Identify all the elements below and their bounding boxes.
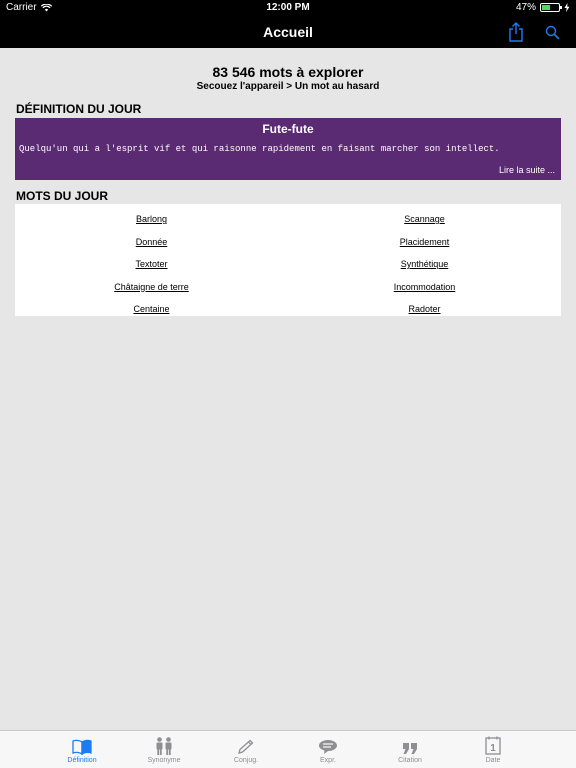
definition-text: Quelqu'un qui a l'esprit vif et qui rais… [19, 144, 500, 154]
status-time: 12:00 PM [266, 2, 310, 13]
definition-section-title: DÉFINITION DU JOUR [16, 102, 142, 116]
status-bar: Carrier 12:00 PM 47% [0, 0, 576, 16]
word-count: 83 546 mots à explorer [212, 64, 364, 80]
tab-citation[interactable]: Citation [369, 731, 451, 768]
share-icon [509, 22, 523, 42]
tab-conjugaison[interactable]: Conjug. [205, 731, 287, 768]
quote-icon [403, 743, 417, 754]
share-button[interactable] [504, 20, 528, 44]
word-link[interactable]: Placidement [288, 231, 561, 254]
word-link[interactable]: Châtaigne de terre [15, 276, 288, 299]
shake-hint: Secouez l'appareil > Un mot au hasard [196, 81, 380, 92]
words-of-day-list: Barlong Donnée Textoter Châtaigne de ter… [15, 204, 561, 316]
words-column-left: Barlong Donnée Textoter Châtaigne de ter… [15, 208, 288, 321]
tab-expressions[interactable]: Expr. [287, 731, 369, 768]
battery-fill [542, 5, 550, 10]
tab-date[interactable]: 1 Date [452, 731, 534, 768]
word-link[interactable]: Centaine [15, 298, 288, 321]
tab-definition[interactable]: Définition [41, 731, 123, 768]
book-icon [72, 739, 92, 755]
tab-label: Citation [398, 757, 422, 764]
definition-card[interactable]: Fute-fute Quelqu'un qui a l'esprit vif e… [15, 118, 561, 180]
word-link[interactable]: Scannage [288, 208, 561, 231]
words-column-right: Scannage Placidement Synthétique Incommo… [288, 208, 561, 321]
tab-label: Conjug. [233, 757, 259, 764]
word-link[interactable]: Textoter [15, 253, 288, 276]
read-more-link[interactable]: Lire la suite ... [499, 165, 555, 175]
pencil-icon [238, 739, 254, 754]
charging-icon [564, 3, 570, 12]
search-button[interactable] [540, 20, 564, 44]
speech-bubble-icon [319, 740, 337, 754]
word-link[interactable]: Radoter [288, 298, 561, 321]
svg-text:1: 1 [490, 743, 496, 754]
word-link[interactable]: Synthétique [288, 253, 561, 276]
tab-label: Expr. [320, 757, 336, 764]
word-link[interactable]: Incommodation [288, 276, 561, 299]
tab-label: Définition [67, 757, 97, 764]
battery-percent: 47% [515, 2, 536, 13]
word-link[interactable]: Donnée [15, 231, 288, 254]
tab-synonyme[interactable]: Synonyme [123, 731, 205, 768]
words-section-title: MOTS DU JOUR [16, 189, 109, 203]
calendar-icon: 1 [485, 736, 501, 755]
battery-group: 47% [516, 2, 570, 13]
search-icon [545, 25, 560, 40]
people-icon [156, 737, 172, 755]
page-title: Accueil [263, 24, 313, 40]
definition-word: Fute-fute [262, 122, 314, 136]
battery-icon [540, 3, 562, 12]
tab-label: Synonyme [147, 757, 181, 764]
word-link[interactable]: Barlong [15, 208, 288, 231]
tab-bar: Définition Synonyme Conjug. Expr. Citati… [0, 730, 576, 768]
tab-label: Date [485, 757, 501, 764]
word-count-header: 83 546 mots à explorer Secouez l'apparei… [0, 64, 576, 92]
navigation-bar: Accueil [0, 16, 576, 48]
